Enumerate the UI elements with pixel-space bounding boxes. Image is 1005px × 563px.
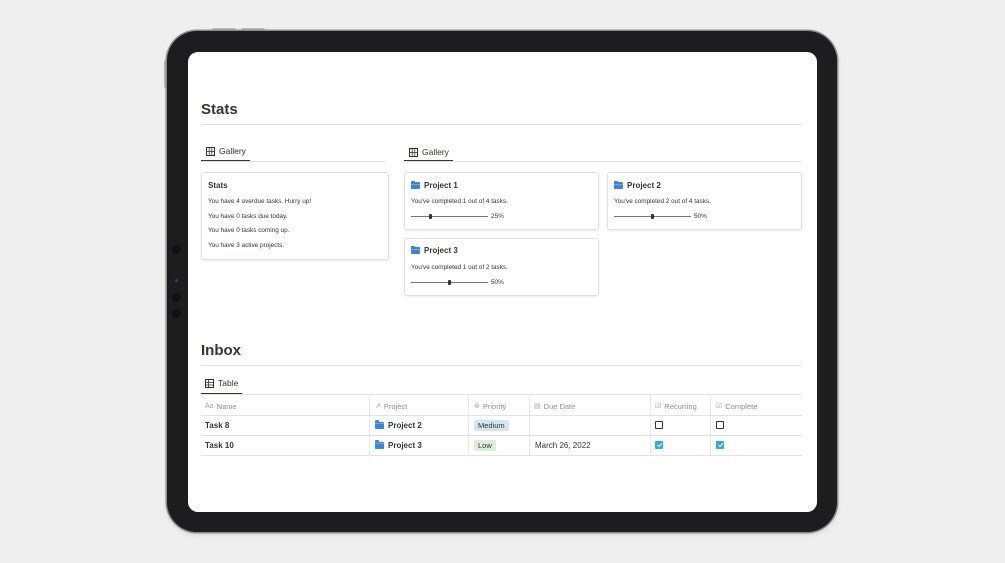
divider: [201, 365, 802, 366]
progress-percent: 25%: [491, 213, 504, 220]
divider: [404, 161, 802, 162]
progress-text: You've completed 1 out of 2 tasks.: [411, 264, 508, 271]
cell-priority[interactable]: Low: [474, 439, 496, 451]
project-card[interactable]: Project 2 You've completed 2 out of 4 ta…: [607, 172, 802, 230]
column-label: Name: [216, 401, 237, 411]
project-link: Project 2: [388, 420, 422, 430]
tab-label: Table: [218, 378, 239, 388]
project-title: Project 3: [424, 246, 458, 255]
row-divider: [201, 455, 802, 456]
card-title: Stats: [208, 181, 228, 190]
complete-checkbox[interactable]: [716, 441, 724, 449]
card-title: Project 1: [411, 180, 458, 190]
divider: [201, 161, 386, 162]
column-divider: [650, 395, 651, 456]
camera-icon: [172, 293, 181, 302]
progress-text: You've completed 2 out of 4 tasks.: [614, 198, 711, 205]
checkbox-icon: ☑: [655, 403, 662, 410]
card-title: Project 2: [614, 180, 661, 190]
project-card[interactable]: Project 1 You've completed 1 out of 4 ta…: [404, 172, 599, 230]
progress-text: You've completed 1 out of 4 tasks.: [411, 198, 508, 205]
folder-icon: [375, 420, 384, 429]
stats-heading: Stats: [201, 101, 238, 118]
cell-due-date[interactable]: March 26, 2022: [535, 439, 591, 451]
complete-checkbox[interactable]: [716, 421, 724, 429]
gallery-icon: [409, 147, 418, 157]
relation-arrow-icon: ↗: [375, 403, 381, 410]
column-header-priority[interactable]: ⊛ Priority: [474, 400, 506, 412]
folder-icon: [614, 180, 623, 189]
card-title: Project 3: [411, 245, 458, 255]
select-icon: ⊛: [474, 403, 480, 410]
progress-percent: 50%: [491, 279, 504, 286]
text-icon: Aa: [205, 402, 214, 410]
project-card[interactable]: Project 3 You've completed 1 out of 2 ta…: [404, 238, 599, 296]
project-title: Project 2: [627, 181, 661, 190]
folder-icon: [411, 180, 420, 189]
divider: [201, 394, 802, 395]
table-icon: [205, 378, 214, 388]
tab-gallery-projects[interactable]: Gallery: [409, 145, 449, 159]
stats-card[interactable]: Stats You have 4 overdue tasks. Hurry up…: [201, 172, 389, 260]
cell-name[interactable]: Task 10: [205, 439, 234, 451]
stats-line: You have 3 active projects.: [208, 242, 285, 249]
column-divider: [468, 395, 469, 456]
progress-slider: [411, 216, 488, 217]
column-header-name[interactable]: Aa Name: [205, 400, 237, 412]
column-header-project[interactable]: ↗ Project: [375, 400, 407, 412]
project-title: Project 1: [424, 181, 458, 190]
cell-project[interactable]: Project 2: [375, 419, 422, 431]
column-label: Priority: [482, 401, 507, 411]
tab-label: Gallery: [219, 146, 246, 156]
column-header-complete[interactable]: ☑ Complete: [716, 400, 757, 412]
column-divider: [369, 395, 370, 456]
stats-line: You have 4 overdue tasks. Hurry up!: [208, 198, 312, 205]
tab-gallery-stats[interactable]: Gallery: [206, 144, 246, 158]
row-divider: [201, 415, 802, 416]
column-header-due-date[interactable]: ▤ Due Date: [534, 400, 575, 412]
divider: [201, 124, 802, 125]
camera-icon: [172, 309, 181, 318]
column-header-recurring[interactable]: ☑ Recurring: [655, 400, 697, 412]
stats-line: You have 0 tasks due today.: [208, 213, 288, 220]
progress-slider-knob: [651, 214, 654, 219]
folder-icon: [411, 245, 420, 254]
column-divider: [710, 395, 711, 456]
tab-table[interactable]: Table: [205, 376, 238, 390]
progress-slider-knob: [428, 214, 432, 219]
calendar-icon: ▤: [534, 403, 541, 410]
column-label: Recurring: [664, 401, 697, 411]
tab-label: Gallery: [422, 147, 449, 157]
folder-icon: [375, 440, 384, 449]
cell-project[interactable]: Project 3: [375, 439, 422, 451]
column-label: Complete: [725, 401, 758, 411]
recurring-checkbox[interactable]: [655, 441, 663, 449]
gallery-icon: [206, 146, 215, 156]
column-divider: [529, 395, 530, 456]
recurring-checkbox[interactable]: [655, 421, 663, 429]
inbox-heading: Inbox: [201, 342, 241, 359]
cell-name[interactable]: Task 8: [205, 419, 229, 431]
sensor-dot: [175, 279, 178, 282]
row-divider: [201, 435, 802, 436]
stats-line: You have 0 tasks coming up.: [208, 227, 290, 234]
column-label: Project: [383, 401, 408, 411]
priority-tag: Low: [474, 439, 496, 451]
priority-tag: Medium: [474, 419, 509, 431]
project-link: Project 3: [388, 440, 422, 450]
checkbox-icon: ☑: [716, 403, 723, 410]
progress-slider-knob: [448, 280, 451, 285]
progress-percent: 50%: [694, 213, 707, 220]
column-label: Due Date: [543, 401, 576, 411]
camera-icon: [172, 245, 181, 254]
cell-priority[interactable]: Medium: [474, 419, 509, 431]
app-screen: Stats Gallery Stats You have 4 overdue t…: [188, 52, 817, 512]
